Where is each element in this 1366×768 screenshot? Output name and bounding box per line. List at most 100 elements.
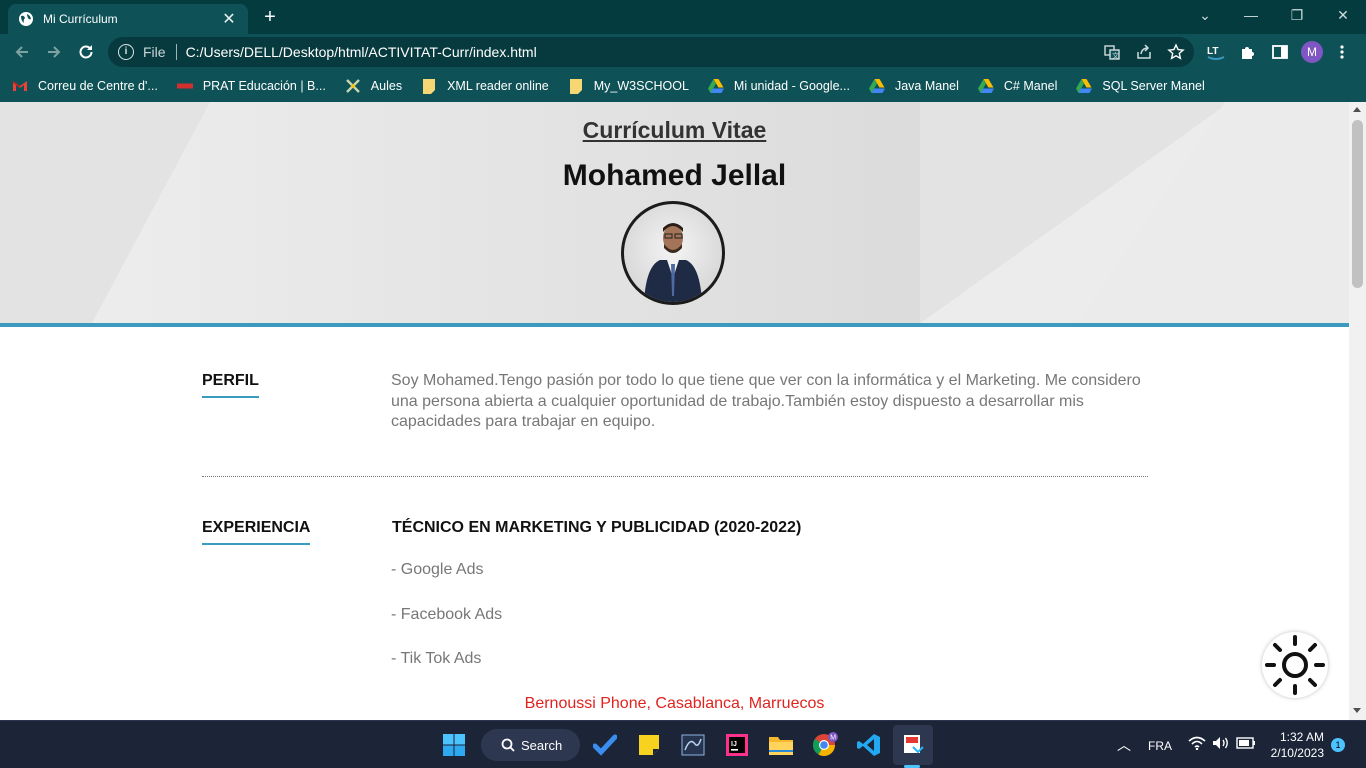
svg-text:M: M	[830, 735, 836, 742]
minimize-button[interactable]: —	[1228, 0, 1274, 30]
svg-text:文: 文	[1112, 51, 1119, 60]
input-language[interactable]: FRA	[1148, 739, 1172, 753]
drive-icon	[1076, 78, 1093, 94]
sticky-notes-icon[interactable]	[633, 729, 665, 761]
info-icon[interactable]: i	[118, 44, 134, 60]
address-bar[interactable]: i File C:/Users/DELL/Desktop/html/ACTIVI…	[108, 37, 1194, 67]
gmail-icon	[12, 78, 28, 94]
bookmark-item[interactable]: SQL Server Manel	[1076, 78, 1205, 94]
svg-text:IJ: IJ	[731, 741, 737, 748]
cv-header: Currículum Vitae Mohamed Jellal	[0, 102, 1349, 327]
active-app-icon[interactable]	[893, 725, 933, 765]
browser-tab[interactable]: Mi Currículum ✕	[8, 4, 248, 34]
job-item: - Facebook Ads	[391, 606, 503, 623]
close-tab-icon[interactable]: ✕	[220, 9, 238, 29]
share-icon[interactable]	[1134, 42, 1154, 62]
back-button[interactable]	[9, 39, 35, 65]
bookmark-item[interactable]: C# Manel	[977, 78, 1058, 94]
profile-description: Soy Mohamed.Tengo pasión por todo lo que…	[391, 372, 1141, 430]
translate-icon[interactable]: 文	[1102, 42, 1122, 62]
bookmark-item[interactable]: XML reader online	[421, 78, 549, 94]
languagetool-icon[interactable]: LT	[1206, 42, 1226, 62]
bookmark-label: C# Manel	[1003, 79, 1058, 93]
arrow-left-icon	[15, 46, 28, 58]
bookmark-item[interactable]: Java Manel	[868, 78, 959, 94]
page-title: Currículum Vitae	[582, 117, 767, 143]
intellij-icon[interactable]: IJ	[721, 729, 753, 761]
volume-icon[interactable]	[1212, 736, 1230, 753]
start-button[interactable]	[438, 729, 470, 761]
profile-avatar[interactable]: M	[1301, 41, 1323, 63]
aules-icon	[345, 78, 361, 94]
extensions-icon[interactable]	[1238, 42, 1258, 62]
forward-button[interactable]	[41, 39, 67, 65]
job-title: TÉCNICO EN MARKETING Y PUBLICIDAD (2020-…	[392, 519, 802, 536]
bookmark-label: PRAT Educación | B...	[202, 79, 326, 93]
bookmark-label: Mi unidad - Google...	[733, 79, 850, 93]
tab-search-icon[interactable]: ⌄	[1182, 0, 1228, 30]
side-panel-icon[interactable]	[1270, 42, 1290, 62]
drive-icon	[707, 78, 724, 94]
bookmark-label: Aules	[370, 79, 403, 93]
browser-toolbar: i File C:/Users/DELL/Desktop/html/ACTIVI…	[0, 34, 1366, 70]
scroll-up-arrow-icon[interactable]	[1353, 107, 1361, 112]
bookmark-item[interactable]: PRAT Educación | B...	[176, 78, 326, 94]
tab-title: Mi Currículum	[43, 12, 118, 26]
note-icon	[421, 78, 437, 94]
close-window-button[interactable]: ✕	[1320, 0, 1366, 30]
person-photo-icon	[644, 223, 702, 302]
file-explorer-icon[interactable]	[765, 729, 797, 761]
vscode-icon[interactable]	[853, 729, 885, 761]
todo-app-icon[interactable]	[589, 729, 621, 761]
search-icon	[501, 738, 515, 752]
omnibox-separator	[175, 44, 177, 60]
globe-icon	[19, 12, 33, 26]
notification-badge[interactable]: 1	[1331, 738, 1345, 752]
bookmark-item[interactable]: Correu de Centre d'...	[12, 78, 158, 94]
svg-text:LT: LT	[1207, 46, 1218, 57]
bookmark-item[interactable]: Mi unidad - Google...	[707, 78, 850, 94]
person-name: Mohamed Jellal	[562, 159, 787, 192]
chrome-icon[interactable]: M	[809, 729, 841, 761]
bookmark-item[interactable]: Aules	[345, 78, 402, 94]
section-label-perfil: PERFIL	[202, 372, 259, 398]
taskbar: Search IJ M ︿ FRA 1:32 AM 2/10/2023 1	[0, 720, 1366, 768]
clock-time[interactable]: 1:32 AM	[1268, 730, 1324, 744]
drive-icon	[977, 78, 994, 94]
drive-icon	[868, 78, 885, 94]
bookmark-star-icon[interactable]	[1166, 42, 1186, 62]
clock-date[interactable]: 2/10/2023	[1264, 746, 1324, 760]
restore-button[interactable]: ❐	[1274, 0, 1320, 30]
section-label-experiencia: EXPERIENCIA	[202, 519, 311, 545]
battery-icon[interactable]	[1236, 737, 1256, 752]
bookmark-label: SQL Server Manel	[1102, 79, 1205, 93]
section-divider	[202, 476, 1148, 477]
scroll-down-arrow-icon[interactable]	[1353, 708, 1361, 713]
prat-icon	[176, 78, 193, 94]
wifi-icon[interactable]	[1188, 736, 1206, 753]
job-item: - Tik Tok Ads	[391, 650, 482, 667]
job-location: Bernoussi Phone, Casablanca, Marruecos	[524, 695, 825, 712]
chevron-up-icon[interactable]: ︿	[1117, 735, 1131, 755]
bookmark-label: Java Manel	[894, 79, 959, 93]
sql-server-icon[interactable]	[677, 729, 709, 761]
bookmarks-bar: Correu de Centre d'... PRAT Educación | …	[0, 70, 1366, 102]
new-tab-button[interactable]: +	[258, 6, 282, 30]
reload-icon	[79, 45, 93, 59]
theme-toggle-button[interactable]	[1262, 632, 1328, 698]
reload-button[interactable]	[73, 39, 99, 65]
bookmark-label: My_W3SCHOOL	[593, 79, 689, 93]
bookmark-label: Correu de Centre d'...	[38, 79, 158, 93]
menu-kebab-icon[interactable]	[1332, 42, 1352, 62]
page-scrollbar[interactable]	[1349, 102, 1366, 720]
sun-icon	[1265, 635, 1325, 695]
taskbar-search[interactable]: Search	[481, 729, 580, 761]
url-text[interactable]: C:/Users/DELL/Desktop/html/ACTIVITAT-Cur…	[186, 44, 537, 60]
scrollbar-thumb[interactable]	[1352, 120, 1363, 288]
bookmark-label: XML reader online	[447, 79, 549, 93]
url-scheme: File	[143, 44, 166, 60]
bookmark-item[interactable]: My_W3SCHOOL	[568, 78, 689, 94]
browser-titlebar: Mi Currículum ✕ + ⌄ — ❐ ✕	[0, 0, 1366, 34]
page-viewport: Currículum Vitae Mohamed Jellal PERFIL S…	[0, 102, 1349, 720]
note-icon	[568, 78, 584, 94]
